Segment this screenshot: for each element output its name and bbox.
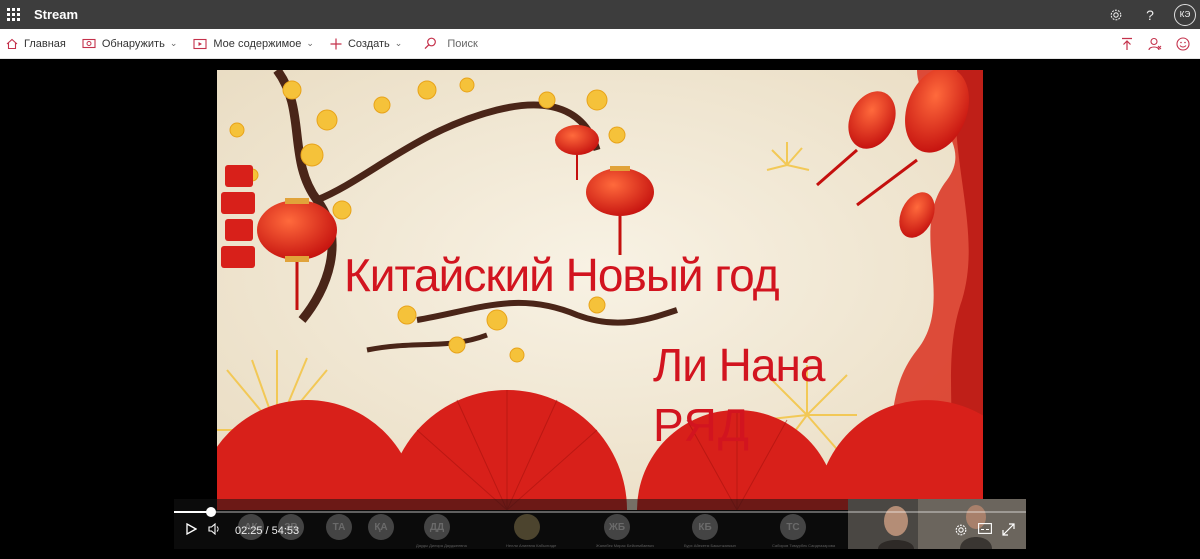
gear-icon (955, 524, 967, 536)
participant-name: Жанибек Мирас Бейсембаевич (596, 543, 654, 548)
waffle-icon[interactable] (2, 4, 24, 26)
captions-button[interactable] (978, 523, 992, 534)
video-icon (193, 38, 207, 49)
participant-avatar: ЖБ (604, 514, 630, 540)
play-button[interactable] (186, 523, 197, 535)
chevron-down-icon: ⌄ (394, 38, 403, 48)
nav-home[interactable]: Главная (0, 29, 72, 59)
fullscreen-icon (1002, 523, 1015, 536)
participant-avatar: ҚА (368, 514, 394, 540)
play-icon (186, 523, 197, 535)
avatar[interactable]: КЭ (1174, 3, 1196, 26)
slide-subtitle: РЯД (653, 399, 751, 451)
participant-name: Сабиров Тимурбек Саидназарова (772, 543, 836, 548)
participant-name: Нелли Алиевна Кабылгаде (506, 543, 557, 548)
captions-icon (978, 523, 992, 534)
slide-author: Ли Нана (653, 339, 825, 391)
search-input[interactable]: Поиск (418, 29, 483, 59)
discover-icon (82, 38, 96, 48)
participant-name: Бурх Айекетм Бакытжанкын (684, 543, 736, 548)
volume-icon (208, 523, 219, 535)
participant-avatar: ТС (780, 514, 806, 540)
video-player[interactable]: Китайский Новый год Ли Нана РЯД АК ЗВ ТА ҚА… (0, 59, 1200, 559)
participant-avatar (514, 514, 540, 540)
participant-avatar: ДД (424, 514, 450, 540)
plus-icon (330, 38, 342, 49)
nav-bar: Главная Обнаружить ⌄ Мое содержимое ⌄ Со… (0, 29, 1200, 59)
nav-discover[interactable]: Обнаружить ⌄ (76, 29, 184, 59)
profile-icon[interactable] (1148, 37, 1162, 51)
camera-preview (848, 499, 1026, 549)
help-icon[interactable]: ? (1140, 5, 1160, 25)
gear-icon[interactable] (1106, 5, 1126, 25)
fullscreen-button[interactable] (1002, 523, 1015, 536)
nav-my-content-label: Мое содержимое (213, 37, 302, 50)
home-icon (6, 38, 18, 49)
chevron-down-icon: ⌄ (306, 38, 314, 48)
participant-avatar: КБ (692, 514, 718, 540)
current-time: 02:25 (235, 525, 263, 537)
search-icon (424, 37, 437, 50)
search-placeholder: Поиск (447, 37, 478, 50)
participants-strip: АК ЗВ ТА ҚА ДД Дауды Диляра Дауджеевна Нелли А… (234, 511, 848, 549)
app-title[interactable]: Stream (34, 7, 78, 22)
participant-avatar: ТА (326, 514, 352, 540)
upload-icon[interactable] (1120, 37, 1134, 51)
video-frame[interactable]: Китайский Новый год Ли Нана РЯД (217, 70, 983, 510)
duration: 54:53 (271, 525, 300, 537)
feedback-icon[interactable] (1176, 37, 1190, 51)
chevron-down-icon: ⌄ (169, 38, 178, 48)
nav-create[interactable]: Создать ⌄ (324, 29, 408, 59)
progress-handle[interactable] (206, 507, 216, 517)
player-controls: АК ЗВ ТА ҚА ДД Дауды Диляра Дауджеевна Нелли А… (174, 499, 1026, 549)
time-display: 02:25/54:53 (235, 525, 299, 537)
volume-button[interactable] (208, 523, 221, 535)
nav-my-content[interactable]: Мое содержимое ⌄ (187, 29, 320, 59)
time-separator: / (265, 525, 269, 537)
participant-name: Дауды Диляра Дауджеевна (416, 543, 467, 548)
settings-button[interactable] (954, 523, 968, 537)
nav-discover-label: Обнаружить (101, 37, 165, 50)
progress-bar[interactable] (174, 507, 1026, 517)
slide-title: Китайский Новый год (344, 249, 780, 301)
suite-bar: Stream ? КЭ (0, 0, 1200, 29)
nav-home-label: Главная (24, 37, 66, 50)
nav-create-label: Создать (347, 37, 390, 50)
